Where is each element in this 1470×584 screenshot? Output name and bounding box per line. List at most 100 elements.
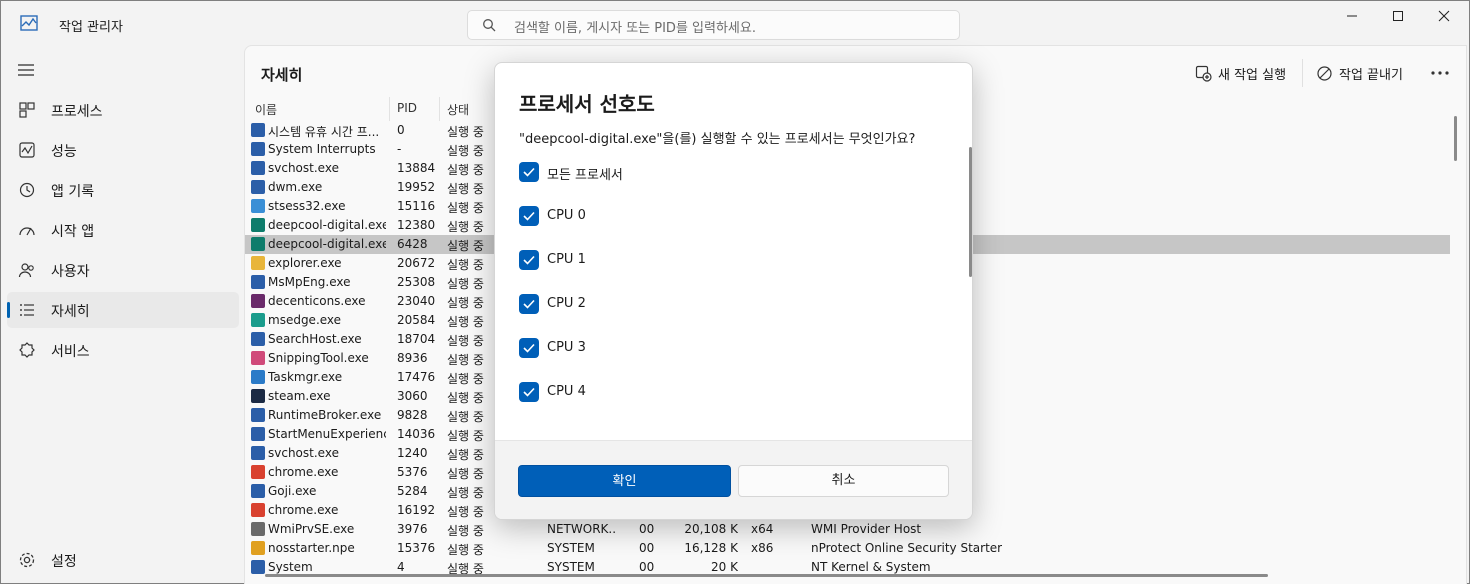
process-name: msedge.exe [268,313,342,327]
sidebar-item-services[interactable]: 서비스 [7,332,239,368]
column-divider[interactable] [439,97,440,121]
sidebar-item-label: 성능 [51,144,77,160]
sidebar-item-performance[interactable]: 성능 [7,132,239,168]
process-name: Taskmgr.exe [268,370,343,384]
sidebar-item-label: 사용자 [51,264,90,280]
process-icon [251,446,265,460]
checkbox-box[interactable] [519,382,539,402]
checkbox-box[interactable] [519,250,539,270]
sidebar-item-settings[interactable]: 설정 [7,542,239,578]
cpu-checkbox[interactable]: CPU 1 [519,250,819,272]
process-cpu: 00 [639,560,655,574]
process-name: deepcool-digital.exe [268,237,386,251]
process-icon [251,199,265,213]
process-status: 실행 중 [447,334,484,348]
column-divider[interactable] [389,97,390,121]
end-task-button[interactable]: 작업 끝내기 [1308,58,1418,88]
checkbox-label: CPU 1 [547,252,586,267]
process-icon [251,142,265,156]
checkbox-box[interactable] [519,162,539,182]
checkmark-icon [523,167,535,177]
search-icon [483,19,496,32]
process-status: 실행 중 [447,277,484,291]
title-bar: 작업 관리자 검색할 이름, 게시자 또는 PID를 입력하세요. [1,1,1470,45]
gear-icon [19,552,35,568]
checkbox-label: CPU 4 [547,384,586,399]
process-icon [251,218,265,232]
minimize-button[interactable] [1329,1,1375,31]
checkbox-box[interactable] [519,206,539,226]
sidebar-item-processes[interactable]: 프로세스 [7,92,239,128]
app-title: 작업 관리자 [59,20,123,35]
process-status: 실행 중 [447,201,484,215]
process-pid: 15376 [397,541,436,555]
process-name: nosstarter.npe [268,541,355,555]
process-icon [251,503,265,517]
sidebar-item-users[interactable]: 사용자 [7,252,239,288]
new-task-icon [1195,65,1212,82]
process-user: SYSTEM [547,560,595,574]
maximize-button[interactable] [1375,1,1421,31]
process-icon [251,256,265,270]
close-button[interactable] [1421,1,1467,31]
sidebar-item-details[interactable]: 자세히 [7,292,239,328]
cancel-button[interactable]: 취소 [738,465,949,497]
cpu-checkbox[interactable]: CPU 4 [519,382,819,404]
cpu-checkbox[interactable]: CPU 2 [519,294,819,316]
sidebar-item-startup-apps[interactable]: 시작 앱 [7,212,239,248]
process-pid: 13884 [397,161,436,175]
checkbox-box[interactable] [519,338,539,358]
process-pid: 20584 [397,313,436,327]
process-icon [251,560,265,574]
process-pid: 6428 [397,237,428,251]
process-icon [251,351,265,365]
horizontal-scrollbar[interactable] [265,574,1268,577]
process-cpu: 00 [639,541,655,555]
table-row[interactable]: nosstarter.npe 15376 실행 중 SYSTEM 00 16,128 K x… [245,539,1450,558]
process-pid: 0 [397,123,405,137]
startup-apps-icon [19,227,35,236]
cpu-checkbox[interactable]: CPU 3 [519,338,819,360]
dialog-footer: 확인 취소 [495,440,972,519]
process-icon [251,161,265,175]
dialog-scrollbar[interactable] [969,147,972,277]
vertical-scrollbar[interactable] [1454,116,1457,161]
process-status: 실행 중 [447,239,484,253]
process-pid: 16192 [397,503,436,517]
checkmark-icon [523,255,535,265]
cpu-checkbox[interactable]: CPU 0 [519,206,819,228]
sidebar-item-app-history[interactable]: 앱 기록 [7,172,239,208]
sidebar-item-label: 설정 [51,554,77,570]
table-row[interactable]: WmiPrvSE.exe 3976 실행 중 NETWORK... 00 20,108 K… [245,520,1450,539]
checkmark-icon [523,299,535,309]
checkbox-box[interactable] [519,294,539,314]
column-header-name[interactable]: 이름 [255,101,277,118]
process-pid: 15116 [397,199,436,213]
process-name: dwm.exe [268,180,323,194]
more-options-button[interactable] [1425,58,1455,88]
process-icon [251,389,265,403]
process-pid: 1240 [397,446,428,460]
process-pid: 5376 [397,465,428,479]
menu-button[interactable] [11,55,45,85]
process-status: 실행 중 [447,353,484,367]
all-processors-checkbox[interactable]: 모든 프로세서 [519,162,819,184]
process-description: WMI Provider Host [811,522,922,536]
column-header-status[interactable]: 상태 [447,101,469,118]
process-user: NETWORK... [547,522,615,536]
process-name: chrome.exe [268,503,339,517]
column-header-pid[interactable]: PID [397,101,417,115]
ok-button[interactable]: 확인 [518,465,731,497]
process-status: 실행 중 [447,163,484,177]
process-name: svchost.exe [268,161,339,175]
sidebar-item-label: 자세히 [51,304,90,320]
new-task-button[interactable]: 새 작업 실행 [1187,58,1297,88]
process-icon [251,180,265,194]
process-name: MsMpEng.exe [268,275,351,289]
services-icon [19,342,35,358]
search-input[interactable]: 검색할 이름, 게시자 또는 PID를 입력하세요. [467,10,960,40]
process-memory: 20,108 K [684,522,738,536]
process-name: System Interrupts [268,142,376,156]
process-status: 실행 중 [447,372,484,386]
end-task-icon [1317,66,1332,81]
